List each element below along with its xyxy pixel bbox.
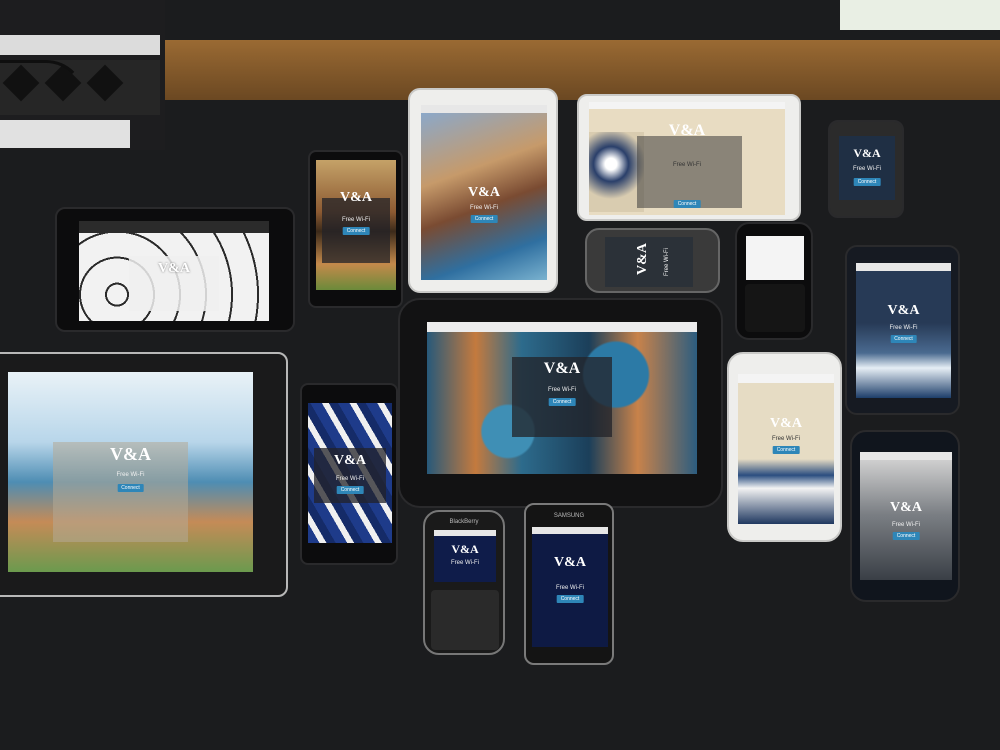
keyboard — [431, 590, 499, 650]
blackberry-curve-screen: V&A Free Wi-Fi — [434, 530, 496, 582]
va-logo: V&A — [853, 146, 881, 160]
connect-button: Connect — [470, 215, 498, 223]
wooden-floor — [150, 40, 1000, 100]
xperia-phone-screen: V&A Free Wi-Fi Connect — [316, 160, 396, 290]
samsung-phone: SAMSUNG V&A Free Wi-Fi Connect — [524, 503, 614, 665]
connect-button: Connect — [336, 486, 364, 494]
blackberry-bold — [735, 222, 813, 340]
va-logo: V&A — [451, 542, 479, 556]
va-logo: V&A — [110, 444, 151, 464]
ipad-large-screen: V&A Free Wi-Fi Connect — [8, 372, 253, 572]
samsung-phone-screen: V&A Free Wi-Fi Connect — [532, 527, 608, 647]
photo-scene: V&A Free Wi-Fi Connect V&A Free Wi-Fi Co… — [0, 0, 1000, 750]
galaxy-s4-screen: V&A Free Wi-Fi Connect — [856, 263, 951, 398]
phone-top-right-screen: V&A Free Wi-Fi Connect — [839, 136, 895, 200]
connect-button: Connect — [890, 335, 917, 343]
iphone-6: V&A Free Wi-Fi Connect — [727, 352, 842, 542]
nexus-10-tablet: V&A Free Wi-Fi Connect — [398, 298, 723, 508]
va-logo: V&A — [158, 261, 190, 276]
connect-button: Connect — [117, 484, 144, 492]
ipad-mini-screen: V&A Free Wi-Fi Connect — [589, 102, 785, 215]
wifi-title: Free Wi-Fi — [673, 162, 701, 168]
galaxy-note-screen: V&A Free Wi-Fi Connect — [421, 105, 547, 280]
wifi-title: Free Wi-Fi — [664, 248, 670, 276]
galaxy-note-tablet: V&A Free Wi-Fi Connect — [408, 88, 558, 293]
ipad-mini: V&A Free Wi-Fi Connect — [577, 94, 801, 221]
va-logo: V&A — [334, 453, 366, 468]
wifi-title: Free Wi-Fi — [116, 472, 145, 478]
connect-button: Connect — [772, 446, 800, 454]
blackberry-curve: BlackBerry V&A Free Wi-Fi — [423, 510, 505, 655]
va-logo: V&A — [770, 416, 802, 431]
connect-button: Connect — [673, 200, 701, 208]
wifi-title: Free Wi-Fi — [556, 585, 584, 591]
xperia-mid-screen: V&A Free Wi-Fi Connect — [308, 403, 392, 543]
blackberry-bold-screen — [746, 236, 804, 280]
connect-button: Connect — [892, 532, 920, 540]
kindle-fire-tablet: V&A — [55, 207, 295, 332]
galaxy-s4-phone: V&A Free Wi-Fi Connect — [845, 245, 960, 415]
va-logo: V&A — [554, 555, 586, 570]
wifi-title: Free Wi-Fi — [892, 522, 920, 528]
htc-phone-screen: V&A Free Wi-Fi — [605, 237, 693, 287]
wifi-title: Free Wi-Fi — [470, 205, 498, 211]
xperia-phone: V&A Free Wi-Fi Connect — [308, 150, 403, 308]
htc-phone: V&A Free Wi-Fi — [585, 228, 720, 293]
va-logo: V&A — [468, 185, 500, 200]
wifi-title: Free Wi-Fi — [889, 325, 918, 331]
wifi-title: Free Wi-Fi — [336, 476, 364, 482]
connect-button: Connect — [556, 595, 584, 603]
kindle-fire-screen: V&A — [79, 221, 269, 321]
ipad-large: V&A Free Wi-Fi Connect — [0, 352, 288, 597]
connect-button: Connect — [548, 398, 576, 406]
blackberry-header: BlackBerry — [449, 519, 479, 525]
galaxy-s3-screen: V&A Free Wi-Fi Connect — [860, 452, 952, 580]
va-logo: V&A — [634, 243, 650, 275]
phone-top-right: V&A Free Wi-Fi Connect — [828, 120, 904, 218]
xperia-phone-mid: V&A Free Wi-Fi Connect — [300, 383, 398, 565]
wifi-title: Free Wi-Fi — [853, 166, 881, 172]
paper-sheet — [840, 0, 1000, 30]
iphone-6-screen: V&A Free Wi-Fi Connect — [738, 374, 834, 524]
keyboard — [745, 284, 805, 332]
va-logo: V&A — [890, 500, 922, 515]
va-logo: V&A — [543, 360, 581, 377]
va-logo: V&A — [668, 122, 706, 139]
va-logo: V&A — [887, 303, 920, 318]
connect-button: Connect — [342, 227, 370, 235]
nexus-10-screen: V&A Free Wi-Fi Connect — [427, 322, 697, 474]
samsung-header: SAMSUNG — [553, 513, 585, 519]
wifi-title: Free Wi-Fi — [772, 436, 800, 442]
wifi-title: Free Wi-Fi — [548, 387, 576, 393]
wifi-title: Free Wi-Fi — [451, 560, 479, 566]
connect-button: Connect — [853, 178, 881, 186]
va-logo: V&A — [340, 190, 372, 205]
wifi-title: Free Wi-Fi — [342, 217, 370, 223]
galaxy-s3-phone: V&A Free Wi-Fi Connect — [850, 430, 960, 602]
